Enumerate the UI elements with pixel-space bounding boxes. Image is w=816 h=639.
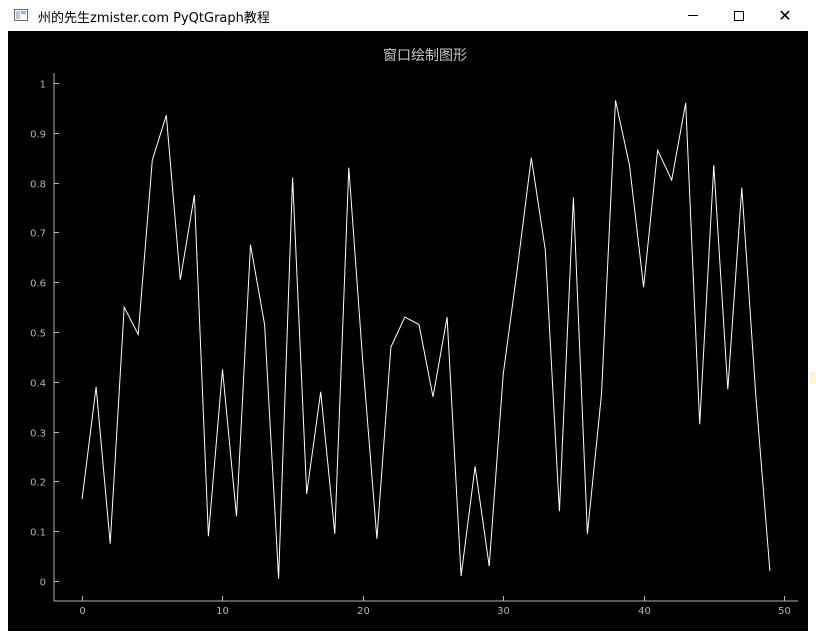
data-point [461,576,462,577]
app-window: 州的先生zmister.com PyQtGraph教程 ✕ 窗口绘制图形 0 0.… [0,0,808,639]
data-point [643,287,644,288]
data-point [769,571,770,572]
data-point [180,279,181,280]
x-tick-label: 50 [778,606,791,617]
background-window-marker [810,372,816,384]
y-tick-label: 0.7 [30,229,46,240]
data-point [755,396,756,397]
close-icon: ✕ [778,5,792,25]
data-point [615,100,616,101]
data-point [320,391,321,392]
data-point [404,317,405,318]
data-point [152,160,153,161]
data-point [208,536,209,537]
data-point [96,386,97,387]
window-title: 州的先生zmister.com PyQtGraph教程 [38,11,270,26]
data-point [713,165,714,166]
data-point [503,374,504,375]
background-window-edge [808,0,816,639]
data-point [278,578,279,579]
data-point [348,167,349,168]
data-point [629,165,630,166]
data-point [194,194,195,195]
chart-axes: 00.10.20.30.40.50.60.70.80.910 10 20 30 40 50 [30,73,798,617]
data-point [531,157,532,158]
background-window-bottom [0,631,808,639]
data-point [292,177,293,178]
data-point [222,369,223,370]
minimize-button[interactable] [670,0,716,31]
data-point [475,466,476,467]
data-point [601,394,602,395]
data-point [264,324,265,325]
y-tick-label: 0.5 [30,329,46,340]
data-point [671,180,672,181]
x-tick-label: 40 [638,606,651,617]
data-point [362,361,363,362]
data-point [741,187,742,188]
y-tick-label: 1 [40,80,46,91]
x-tick-label: 20 [357,606,370,617]
maximize-icon [734,10,744,21]
y-tick-label: 0 [40,578,46,589]
app-window-icon[interactable] [14,9,28,21]
y-tick-label: 0.3 [30,429,46,440]
x-tick-label: 30 [497,606,510,617]
data-point [559,511,560,512]
chart-title: 窗口绘制图形 [383,47,467,64]
data-point [334,533,335,534]
y-tick-label: 0.4 [30,379,46,390]
data-point [545,249,546,250]
data-point [587,533,588,534]
data-point [685,102,686,103]
series-line [81,100,771,579]
data-point [138,334,139,335]
x-tick-label: 0 [79,606,85,617]
data-point [250,244,251,245]
minimize-icon [688,15,698,16]
y-tick-label: 0.8 [30,180,46,191]
data-point [447,317,448,318]
data-point [390,346,391,347]
data-point [517,269,518,270]
line-chart[interactable]: 窗口绘制图形 00.10.20.30.40.50.60.70.80.910 10 2… [8,31,808,631]
data-point [124,307,125,308]
chart-series [81,100,771,579]
y-tick-label: 0.2 [30,478,46,489]
data-point [82,498,83,499]
data-point [657,150,658,151]
x-tick-label: 10 [216,606,229,617]
data-point [727,389,728,390]
y-tick-label: 0.6 [30,279,46,290]
plot-widget[interactable]: 窗口绘制图形 0 0.1 0.2 0.3 0.4 0.5 0.6 0.7 0.8 0.9 1 0 10 2… [8,31,808,631]
maximize-button[interactable] [716,0,762,31]
data-point [573,197,574,198]
data-point [489,566,490,567]
data-point [418,324,419,325]
title-bar[interactable]: 州的先生zmister.com PyQtGraph教程 ✕ [0,0,808,31]
data-point [432,396,433,397]
data-point [376,538,377,539]
data-point [699,424,700,425]
y-tick-label: 0.1 [30,528,46,539]
close-button[interactable]: ✕ [762,0,808,31]
y-tick-label: 0.9 [30,130,46,141]
data-point [166,115,167,116]
data-point [306,493,307,494]
data-point [236,516,237,517]
data-point [110,543,111,544]
